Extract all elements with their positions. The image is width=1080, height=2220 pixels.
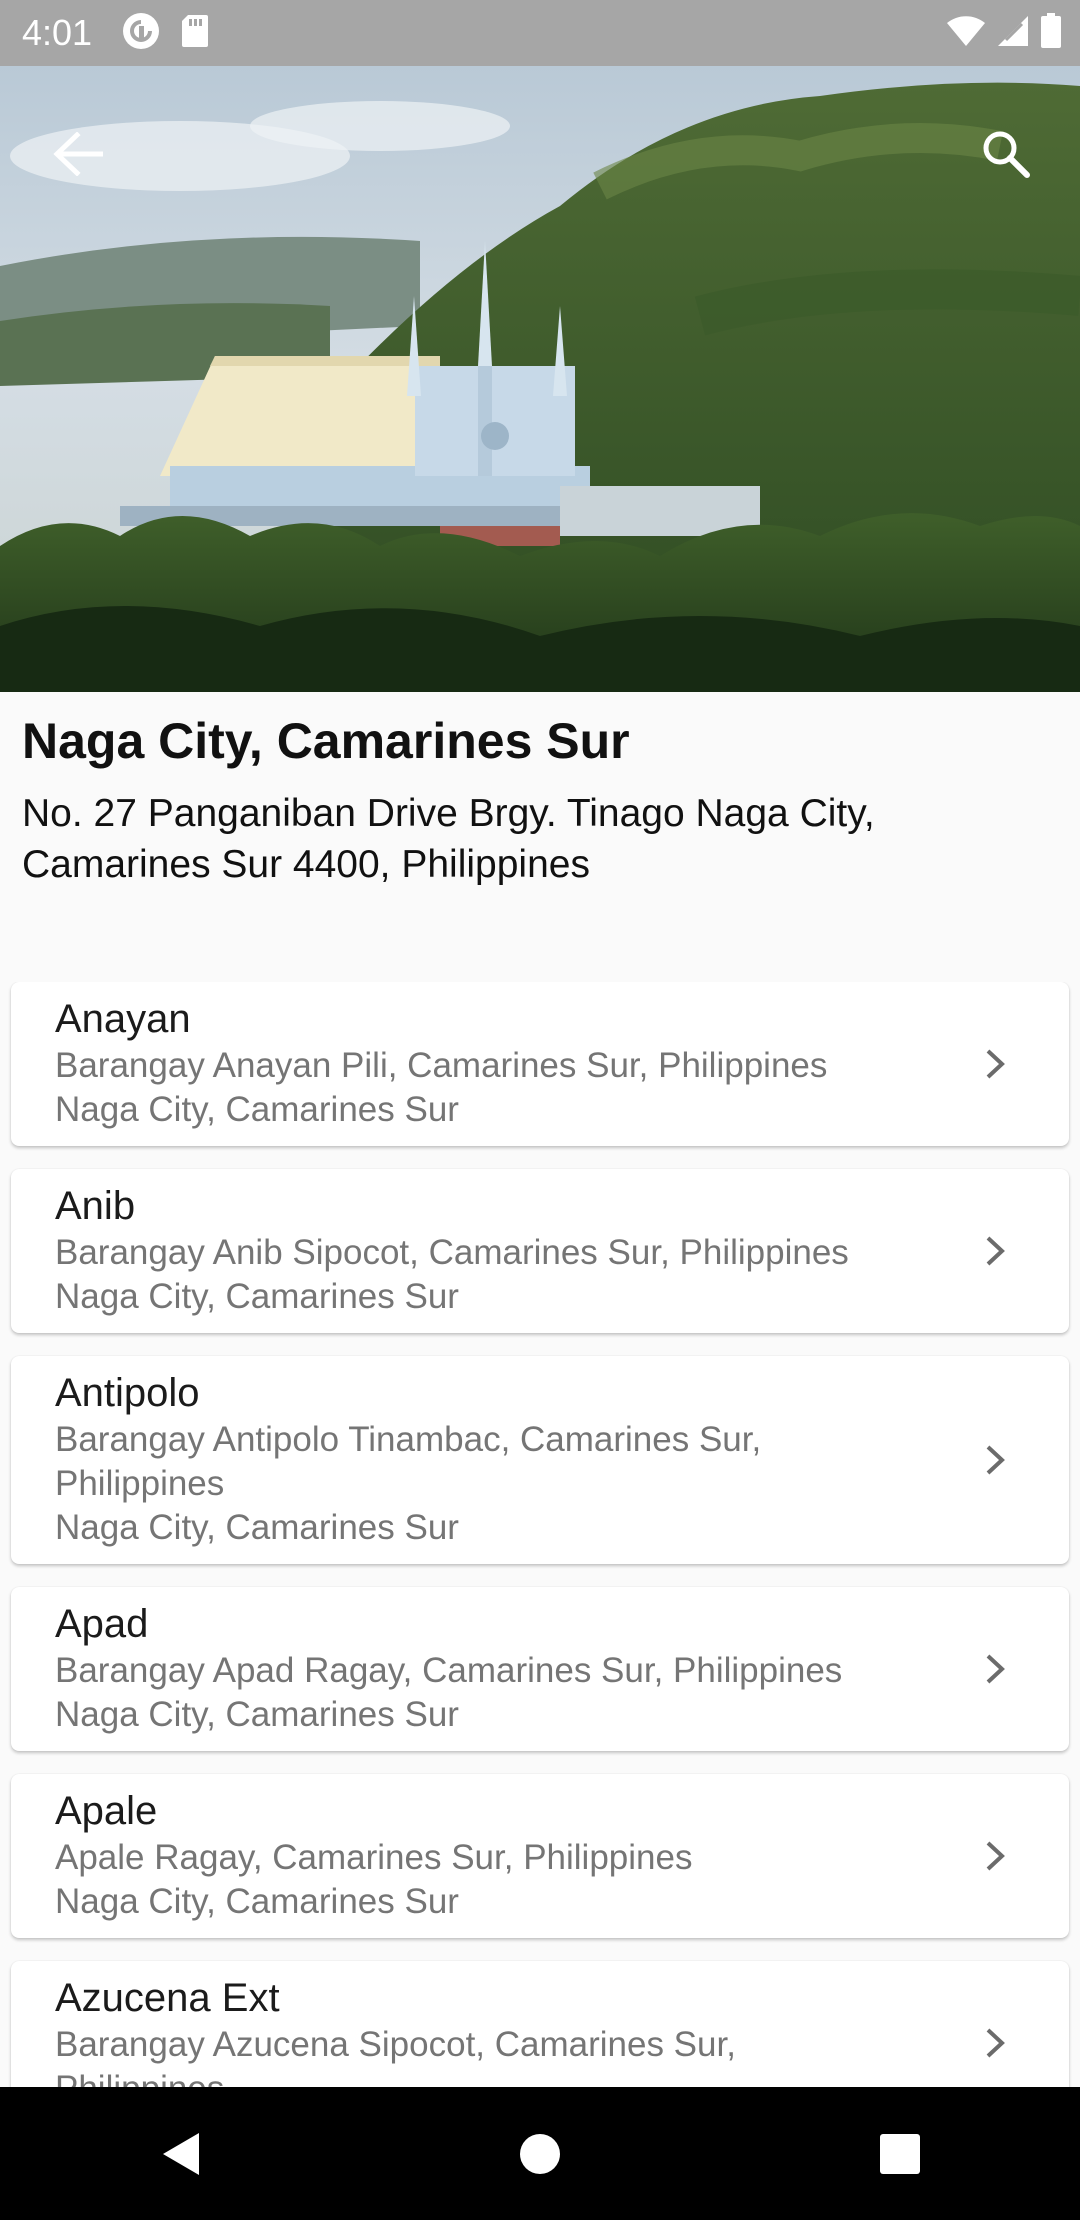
locale-district: Naga City, Camarines Sur (55, 1090, 459, 1129)
locale-card-anayan[interactable]: Anayan Barangay Anayan Pili, Camarines S… (11, 982, 1069, 1146)
nav-home-button[interactable] (480, 2104, 600, 2204)
arrow-back-icon (53, 132, 103, 176)
address-line-2: Camarines Sur 4400, Philippines (22, 843, 590, 886)
locale-card-apale[interactable]: Apale Apale Ragay, Camarines Sur, Philip… (11, 1774, 1069, 1938)
locale-address: Barangay Azucena Sipocot, Camarines Sur, (55, 2025, 736, 2064)
wifi-icon (946, 14, 986, 53)
locale-address: Apale Ragay, Camarines Sur, Philippines (55, 1838, 693, 1877)
chevron-right-icon (986, 1445, 1005, 1475)
locale-address: Barangay Anib Sipocot, Camarines Sur, Ph… (55, 1233, 849, 1272)
chevron-right-icon (986, 1841, 1005, 1871)
locale-district: Naga City, Camarines Sur (55, 1882, 459, 1921)
nav-recents-square-icon (880, 2133, 920, 2174)
locale-name: Anib (55, 1184, 136, 1228)
locale-name: Antipolo (55, 1371, 200, 1415)
church-landscape-illustration (0, 66, 1080, 692)
chevron-right-icon (986, 1049, 1005, 1079)
status-time: 4:01 (22, 12, 93, 53)
locale-address: Barangay Anayan Pili, Camarines Sur, Phi… (55, 1046, 828, 1085)
locale-name: Anayan (55, 997, 191, 1041)
locale-card-azucena-ext[interactable]: Azucena Ext Barangay Azucena Sipocot, Ca… (11, 1961, 1069, 2087)
locale-district: Naga City, Camarines Sur (55, 1695, 459, 1734)
locale-district: Naga City, Camarines Sur (55, 1508, 459, 1547)
status-left-icons (122, 12, 210, 55)
screen: 4:01 Naga City, Camarines Sur No. 27 Pan… (0, 0, 1080, 2220)
cellular-signal-icon (996, 14, 1030, 53)
status-right-icons (946, 0, 1062, 66)
locale-name: Apad (55, 1602, 149, 1646)
chevron-right-icon (986, 2028, 1005, 2058)
sd-card-icon (180, 13, 210, 54)
locale-address-cont: Philippines (55, 1464, 225, 1503)
locale-card-apad[interactable]: Apad Barangay Apad Ragay, Camarines Sur,… (11, 1587, 1069, 1751)
locale-address: Barangay Antipolo Tinambac, Camarines Su… (55, 1420, 762, 1459)
hero-image (0, 66, 1080, 692)
location-address: No. 27 Panganiban Drive Brgy. Tinago Nag… (22, 788, 1052, 890)
locale-name: Apale (55, 1789, 158, 1833)
locale-district: Naga City, Camarines Sur (55, 1277, 459, 1316)
search-icon (983, 131, 1030, 178)
chevron-right-icon (986, 1654, 1005, 1684)
system-nav-bar (0, 2087, 1080, 2220)
nav-back-button[interactable] (120, 2104, 240, 2204)
search-button[interactable] (968, 116, 1044, 192)
address-line-1: No. 27 Panganiban Drive Brgy. Tinago Nag… (22, 792, 875, 835)
locale-card-antipolo[interactable]: Antipolo Barangay Antipolo Tinambac, Cam… (11, 1356, 1069, 1564)
location-title: Naga City, Camarines Sur (22, 713, 630, 769)
nav-home-circle-icon (520, 2133, 560, 2174)
locale-name: Azucena Ext (55, 1976, 280, 2020)
locale-list[interactable]: Anayan Barangay Anayan Pili, Camarines S… (0, 982, 1080, 2087)
nav-back-triangle-icon (163, 2132, 199, 2175)
battery-icon (1040, 12, 1062, 54)
pocket-casts-icon (122, 12, 160, 55)
locale-list-content: Anayan Barangay Anayan Pili, Camarines S… (11, 982, 1069, 2087)
nav-recents-button[interactable] (840, 2104, 960, 2204)
back-button[interactable] (40, 116, 116, 192)
locale-address-cont: Philippines (55, 2067, 929, 2087)
status-bar: 4:01 (0, 0, 1080, 66)
locale-card-anib[interactable]: Anib Barangay Anib Sipocot, Camarines Su… (11, 1169, 1069, 1333)
locale-address: Barangay Apad Ragay, Camarines Sur, Phil… (55, 1651, 843, 1690)
chevron-right-icon (986, 1236, 1005, 1266)
